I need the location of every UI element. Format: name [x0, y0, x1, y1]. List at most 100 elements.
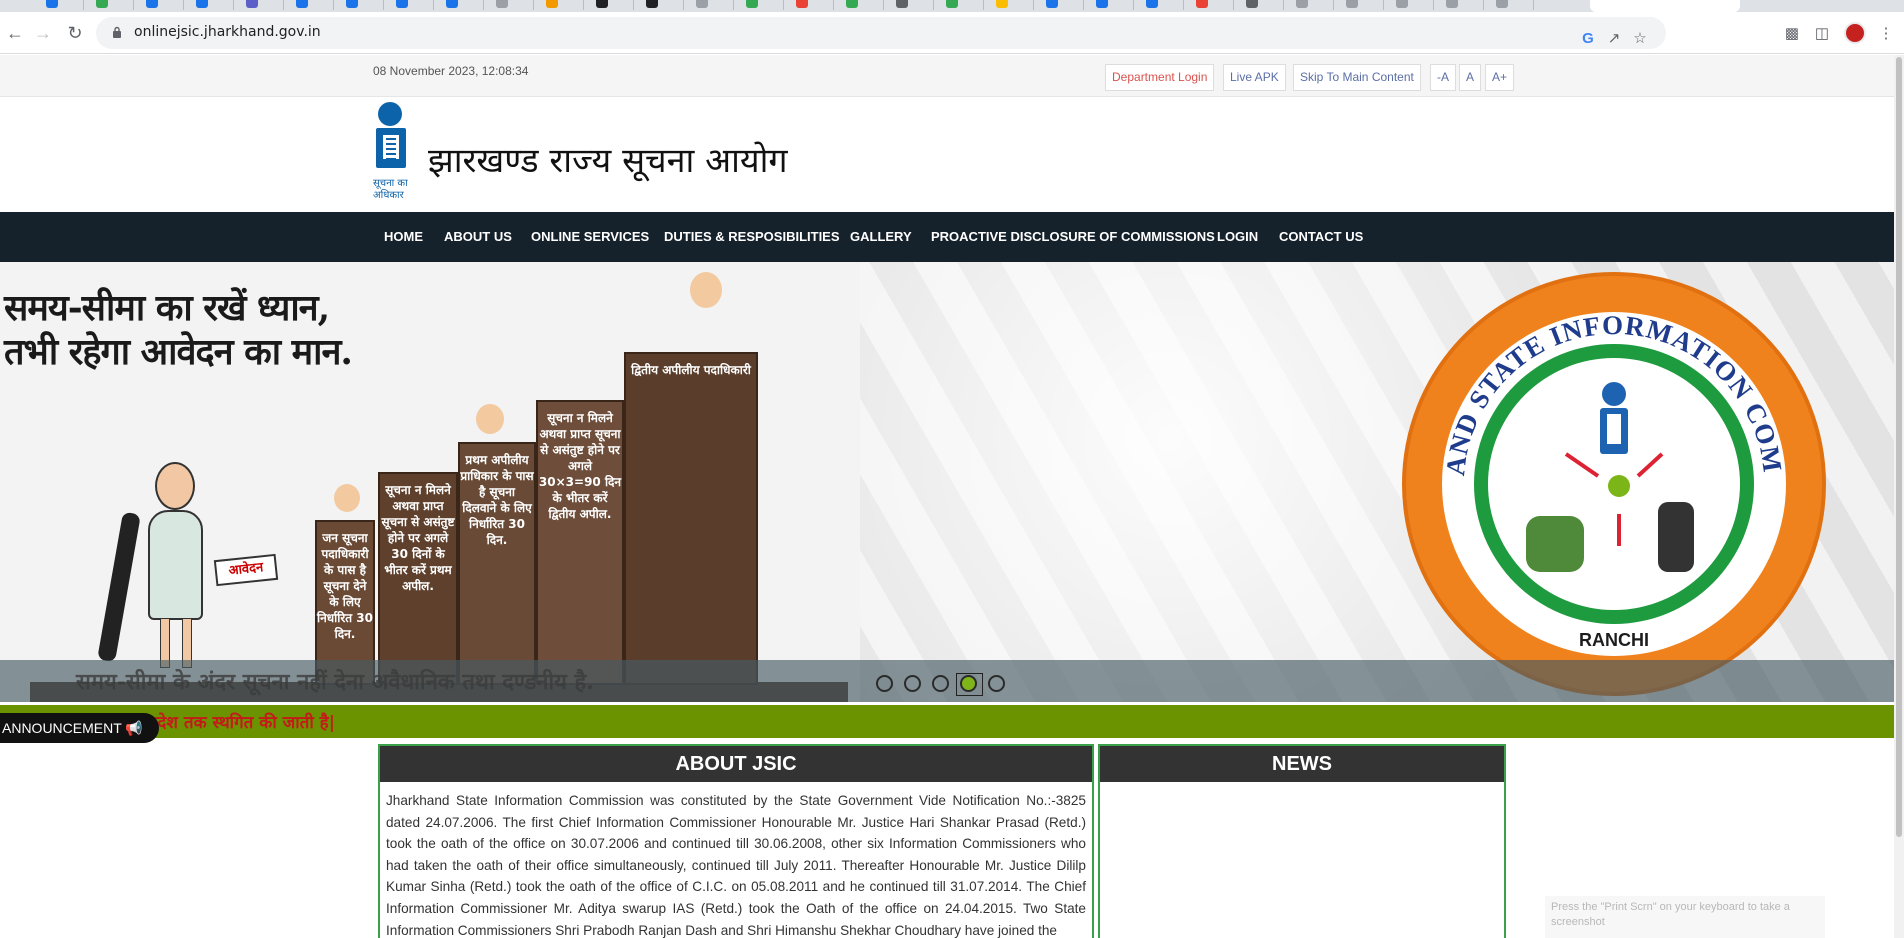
officer-figure — [334, 484, 360, 512]
emblem-city: RANCHI — [1579, 630, 1649, 650]
officer-figure — [690, 272, 722, 308]
browser-tab-strip — [0, 0, 1904, 12]
scrollbar-thumb[interactable] — [1896, 57, 1902, 837]
font-increase-button[interactable]: A+ — [1485, 64, 1515, 91]
announcement-label: ANNOUNCEMENT 📢 — [0, 713, 159, 743]
site-header: सूचना का अधिकार झारखण्ड राज्य सूचना आयोग — [0, 98, 1894, 212]
about-title: ABOUT JSIC — [380, 746, 1092, 782]
extensions-icon[interactable]: ▩ — [1780, 21, 1804, 45]
news-title: NEWS — [1100, 746, 1504, 782]
megaphone-icon: 📢 — [125, 720, 143, 736]
browser-tab[interactable] — [590, 0, 634, 10]
google-icon[interactable]: G — [1576, 26, 1600, 50]
logo-caption-line1: सूचना का — [373, 178, 408, 189]
browser-tab[interactable] — [1090, 0, 1134, 10]
nav-about-us[interactable]: ABOUT US — [444, 212, 512, 262]
browser-tab[interactable] — [1340, 0, 1384, 10]
main-nav: HOME ABOUT US ONLINE SERVICES DUTIES & R… — [0, 212, 1894, 262]
about-panel: ABOUT JSIC Jharkhand State Information C… — [378, 744, 1094, 938]
slider-dot-5[interactable] — [988, 675, 1005, 692]
step-second-appellate: द्वितीय अपीलीय पदाधिकारी — [624, 352, 758, 685]
browser-toolbar: ← → ↻ onlinejsic.jharkhand.gov.in G ↗ ☆ … — [0, 12, 1904, 54]
nav-gallery[interactable]: GALLERY — [850, 212, 912, 262]
news-ticker: आदेश तक स्थगित की जाती है| — [0, 705, 1894, 738]
browser-tab[interactable] — [990, 0, 1034, 10]
browser-tab[interactable] — [240, 0, 284, 10]
address-bar[interactable]: onlinejsic.jharkhand.gov.in G ↗ ☆ — [96, 17, 1666, 49]
utility-bar: 08 November 2023, 12:08:34 Department Lo… — [0, 55, 1894, 97]
font-decrease-button[interactable]: -A — [1430, 64, 1456, 91]
screenshot-hint-overlay: Press the "Print Scrn" on your keyboard … — [1545, 896, 1825, 938]
nav-login[interactable]: LOGIN — [1217, 212, 1258, 262]
browser-tab[interactable] — [940, 0, 984, 10]
browser-tab[interactable] — [140, 0, 184, 10]
nav-contact-us[interactable]: CONTACT US — [1279, 212, 1363, 262]
share-icon[interactable]: ↗ — [1602, 26, 1626, 50]
browser-tab[interactable] — [1140, 0, 1184, 10]
officer-figure — [476, 404, 504, 434]
forward-icon[interactable]: → — [30, 20, 56, 46]
web-page: 08 November 2023, 12:08:34 Department Lo… — [0, 55, 1904, 938]
browser-tab[interactable] — [390, 0, 434, 10]
browser-tab[interactable] — [1290, 0, 1334, 10]
slide-caption: समय-सीमा के अंदर सूचना नहीं देना अवैधानि… — [76, 669, 594, 695]
announcement-text: ANNOUNCEMENT — [2, 720, 122, 736]
page-scrollbar[interactable] — [1894, 55, 1904, 938]
browser-tab[interactable] — [340, 0, 384, 10]
font-normal-button[interactable]: A — [1459, 64, 1482, 91]
browser-tab[interactable] — [890, 0, 934, 10]
step-second-appeal: सूचना न मिलने अथवा प्राप्त सूचना से असंत… — [536, 400, 624, 685]
document-icon — [383, 135, 399, 160]
browser-tab[interactable] — [40, 0, 84, 10]
citizen-head — [155, 462, 195, 510]
browser-tab[interactable] — [1440, 0, 1484, 10]
ticker-message[interactable]: आदेश तक स्थगित की जाती है| — [140, 710, 335, 733]
skip-to-main-button[interactable]: Skip To Main Content — [1293, 64, 1421, 91]
hero-slider[interactable]: समय-सीमा का रखें ध्यान, तभी रहेगा आवेदन … — [0, 262, 1894, 702]
profile-avatar[interactable] — [1844, 22, 1866, 44]
browser-tab-active[interactable] — [1590, 0, 1740, 12]
back-icon[interactable]: ← — [2, 20, 28, 46]
reload-icon[interactable]: ↻ — [62, 20, 88, 46]
browser-tab[interactable] — [290, 0, 334, 10]
logo-caption: सूचना का अधिकार — [373, 178, 433, 202]
side-panel-icon[interactable]: ◫ — [1810, 21, 1834, 45]
browser-tab[interactable] — [1190, 0, 1234, 10]
step-first-appeal: सूचना न मिलने अथवा प्राप्त सूचना से असंत… — [378, 472, 458, 685]
browser-tab[interactable] — [1390, 0, 1434, 10]
logo-head — [378, 102, 402, 126]
current-datetime: 08 November 2023, 12:08:34 — [373, 64, 529, 78]
citizen-figure: आवेदन — [97, 462, 279, 672]
browser-tab[interactable] — [1040, 0, 1084, 10]
rti-logo[interactable]: सूचना का अधिकार — [373, 102, 423, 210]
nav-home[interactable]: HOME — [384, 212, 423, 262]
news-panel: NEWS — [1098, 744, 1506, 938]
browser-tab[interactable] — [740, 0, 784, 10]
live-apk-button[interactable]: Live APK — [1223, 64, 1286, 91]
url-text: onlinejsic.jharkhand.gov.in — [134, 24, 321, 40]
browser-tab[interactable] — [540, 0, 584, 10]
department-login-button[interactable]: Department Login — [1105, 64, 1215, 91]
nav-proactive-disclosure[interactable]: PROACTIVE DISCLOSURE OF COMMISSIONS — [931, 212, 1215, 262]
browser-tab[interactable] — [640, 0, 684, 10]
nav-duties-responsibilities[interactable]: DUTIES & RESPOSIBILITIES — [664, 212, 840, 262]
browser-tab[interactable] — [840, 0, 884, 10]
logo-caption-line2: अधिकार — [373, 190, 404, 201]
browser-tab[interactable] — [440, 0, 484, 10]
browser-tab[interactable] — [90, 0, 134, 10]
menu-dots-icon[interactable]: ⋮ — [1874, 21, 1898, 45]
slider-dot-4[interactable] — [956, 673, 983, 696]
browser-tab[interactable] — [490, 0, 534, 10]
browser-tab[interactable] — [190, 0, 234, 10]
slider-dot-1[interactable] — [876, 675, 893, 692]
browser-tab[interactable] — [1490, 0, 1534, 10]
browser-tab[interactable] — [790, 0, 834, 10]
commission-emblem: JHARKHAND STATE INFORMATION COMMISSION R… — [1402, 272, 1826, 696]
slider-dot-2[interactable] — [904, 675, 921, 692]
slider-dot-3[interactable] — [932, 675, 949, 692]
bookmark-star-icon[interactable]: ☆ — [1628, 26, 1652, 50]
browser-tab[interactable] — [690, 0, 734, 10]
lock-icon — [113, 26, 121, 38]
nav-online-services[interactable]: ONLINE SERVICES — [531, 212, 649, 262]
browser-tab[interactable] — [1240, 0, 1284, 10]
